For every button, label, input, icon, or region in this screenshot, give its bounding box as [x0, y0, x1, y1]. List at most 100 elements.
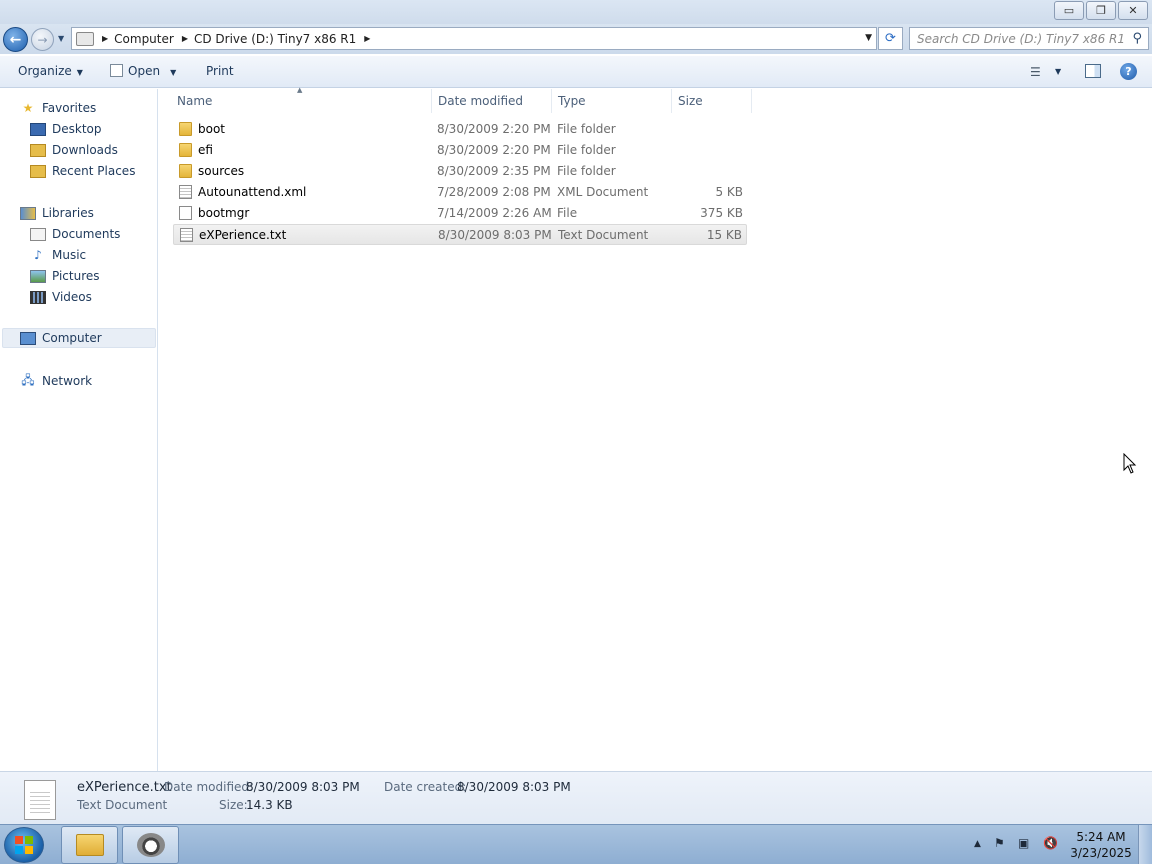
breadcrumb-computer[interactable]: Computer [114, 32, 174, 46]
nav-computer[interactable]: Computer [2, 328, 156, 348]
nav-desktop[interactable]: Desktop [30, 119, 102, 139]
column-label: Type [558, 94, 586, 108]
file-type: File folder [557, 143, 616, 157]
forward-button[interactable]: → [31, 28, 54, 51]
details-size-label: Size: [219, 798, 248, 812]
help-icon[interactable]: ? [1120, 63, 1137, 80]
nav-favorites[interactable]: ★ Favorites [20, 98, 97, 118]
xml-file-icon [179, 185, 192, 199]
file-row[interactable]: bootmgr 7/14/2009 2:26 AM File 375 KB [173, 203, 747, 224]
file-date: 8/30/2009 2:35 PM [437, 164, 551, 178]
taskbar-app-button[interactable] [122, 826, 179, 864]
navigation-row: ← → ▼ ▶ Computer ▶ CD Drive (D:) Tiny7 x… [0, 24, 1152, 54]
file-name: Autounattend.xml [198, 185, 307, 199]
chevron-right-icon[interactable]: ▶ [102, 34, 108, 43]
nav-label: Network [42, 374, 93, 388]
file-size: 15 KB [706, 228, 742, 242]
address-dropdown-icon[interactable]: ▼ [865, 33, 872, 43]
nav-recent-places[interactable]: Recent Places [30, 161, 135, 181]
nav-network[interactable]: 🖧 Network [20, 371, 92, 391]
file-name: eXPerience.txt [199, 228, 287, 242]
nav-downloads[interactable]: Downloads [30, 140, 118, 160]
file-row[interactable]: efi 8/30/2009 2:20 PM File folder [173, 140, 747, 161]
nav-documents[interactable]: Documents [30, 224, 120, 244]
address-bar[interactable]: ▶ Computer ▶ CD Drive (D:) Tiny7 x86 R1 … [71, 27, 877, 50]
system-clock[interactable]: 5:24 AM 3/23/2025 [1068, 829, 1134, 861]
computer-icon [20, 331, 36, 345]
column-label: Name [177, 94, 213, 108]
recent-pages-dropdown[interactable]: ▼ [58, 34, 64, 43]
search-input[interactable]: Search CD Drive (D:) Tiny7 x86 R1 ⚲ [909, 27, 1149, 50]
clock-time: 5:24 AM [1076, 830, 1126, 844]
libraries-icon [20, 206, 36, 220]
start-button[interactable] [4, 827, 44, 863]
column-label: Date modified [438, 94, 524, 108]
file-type: Text Document [558, 228, 649, 242]
file-name: sources [198, 164, 245, 178]
restore-button[interactable]: ❐ [1086, 1, 1116, 20]
file-row[interactable]: boot 8/30/2009 2:20 PM File folder [173, 119, 747, 140]
nav-music[interactable]: ♪ Music [30, 245, 86, 265]
column-header-size[interactable]: Size [672, 89, 752, 113]
music-icon: ♪ [34, 248, 42, 262]
organize-button[interactable]: Organize ▼ [18, 64, 83, 78]
nav-label: Favorites [42, 101, 97, 115]
show-desktop-button[interactable] [1138, 825, 1152, 864]
volume-muted-icon[interactable]: 🔇 [1043, 836, 1058, 850]
column-header-type[interactable]: Type [552, 89, 672, 113]
preview-pane-icon[interactable] [1085, 64, 1101, 78]
details-modified-label: Date modified: [164, 780, 254, 794]
file-icon [179, 206, 192, 220]
nav-label: Music [52, 248, 87, 262]
chevron-right-icon[interactable]: ▶ [364, 34, 370, 43]
nav-libraries[interactable]: Libraries [20, 203, 94, 223]
command-bar: Organize ▼ Open ▼ Print ☰ ▼ ? [0, 56, 1152, 88]
nav-label: Libraries [42, 206, 94, 220]
close-button[interactable]: ✕ [1118, 1, 1148, 20]
file-row[interactable]: sources 8/30/2009 2:35 PM File folder [173, 161, 747, 182]
column-header-date[interactable]: Date modified [432, 89, 552, 113]
details-created-value: 8/30/2009 8:03 PM [457, 780, 571, 794]
nav-label: Videos [52, 290, 92, 304]
taskbar-explorer-button[interactable] [61, 826, 118, 864]
file-type: File folder [557, 164, 616, 178]
open-button[interactable]: Open ▼ [110, 64, 176, 78]
print-button[interactable]: Print [206, 64, 234, 78]
clock-date: 3/23/2025 [1070, 846, 1132, 860]
minimize-button[interactable]: ▭ [1054, 1, 1084, 20]
file-type: File [557, 206, 578, 220]
folder-icon [179, 143, 192, 157]
desktop-icon [30, 122, 46, 136]
breadcrumb-cd-drive[interactable]: CD Drive (D:) Tiny7 x86 R1 [194, 32, 356, 46]
file-row-selected[interactable]: eXPerience.txt 8/30/2009 8:03 PM Text Do… [173, 224, 747, 245]
file-name: efi [198, 143, 213, 157]
navigation-pane: ★ Favorites Desktop Downloads Recent Plac… [0, 89, 158, 771]
open-label: Open [128, 64, 161, 78]
search-icon[interactable]: ⚲ [1132, 31, 1142, 46]
file-row[interactable]: Autounattend.xml 7/28/2009 2:08 PM XML D… [173, 182, 747, 203]
file-name: boot [198, 122, 226, 136]
open-icon [110, 64, 123, 77]
downloads-icon [30, 143, 46, 157]
windows-logo-icon [15, 836, 33, 854]
drive-icon [76, 31, 94, 46]
details-filetype: Text Document [77, 798, 168, 812]
chevron-right-icon[interactable]: ▶ [182, 34, 188, 43]
organize-label: Organize [18, 64, 72, 78]
refresh-button[interactable]: ⟳ [878, 27, 903, 50]
folder-icon [179, 164, 192, 178]
pictures-icon [30, 269, 46, 283]
action-center-flag-icon[interactable]: ⚑ [994, 836, 1005, 850]
network-tray-icon[interactable]: ▣ [1018, 836, 1029, 850]
show-hidden-icons-button[interactable]: ▲ [974, 839, 981, 849]
window-controls: ▭ ❐ ✕ [1052, 1, 1148, 20]
change-view-icon[interactable]: ☰ [1030, 65, 1041, 79]
column-label: Size [678, 94, 703, 108]
back-button[interactable]: ← [3, 27, 28, 52]
nav-videos[interactable]: Videos [30, 287, 92, 307]
view-options-dropdown-icon[interactable]: ▼ [1055, 67, 1061, 76]
file-size: 5 KB [715, 185, 743, 199]
sort-ascending-icon: ▲ [297, 86, 303, 94]
recent-places-icon [30, 164, 46, 178]
nav-pictures[interactable]: Pictures [30, 266, 100, 286]
